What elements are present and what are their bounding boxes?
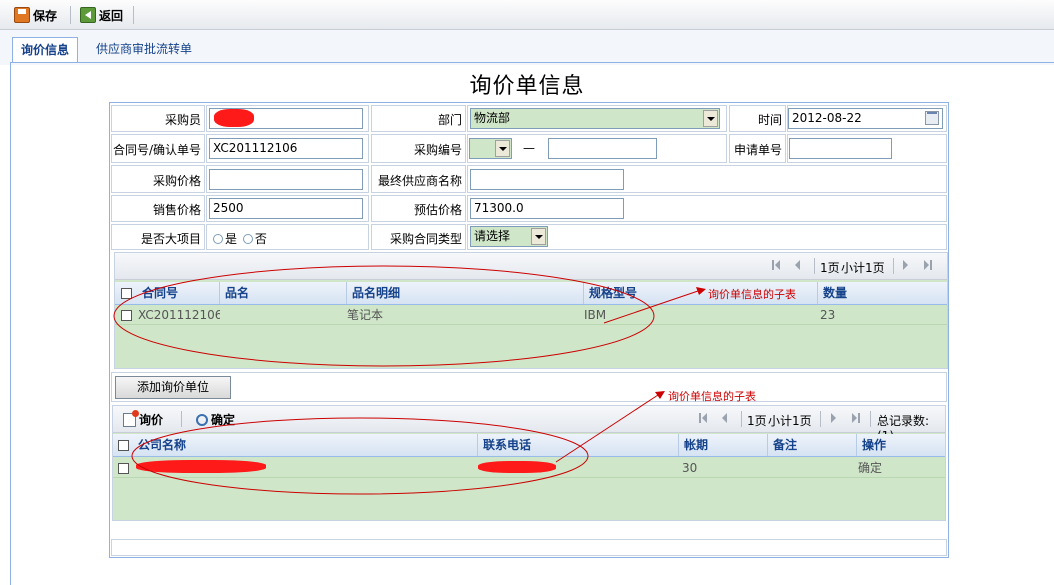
annotation-ellipse	[131, 417, 589, 495]
arrow-head-icon	[696, 287, 706, 295]
arrow-head-icon	[655, 391, 665, 399]
annotation-ellipse	[113, 265, 655, 367]
annotation-arrow	[555, 394, 659, 463]
annotation-arrow	[603, 290, 699, 324]
inquiry-page: 保存 返回 询价信息 供应商审批流转单 询价单信息 采购员 部门 物流部 时间 …	[0, 0, 1054, 585]
annotation-overlay	[113, 265, 706, 495]
